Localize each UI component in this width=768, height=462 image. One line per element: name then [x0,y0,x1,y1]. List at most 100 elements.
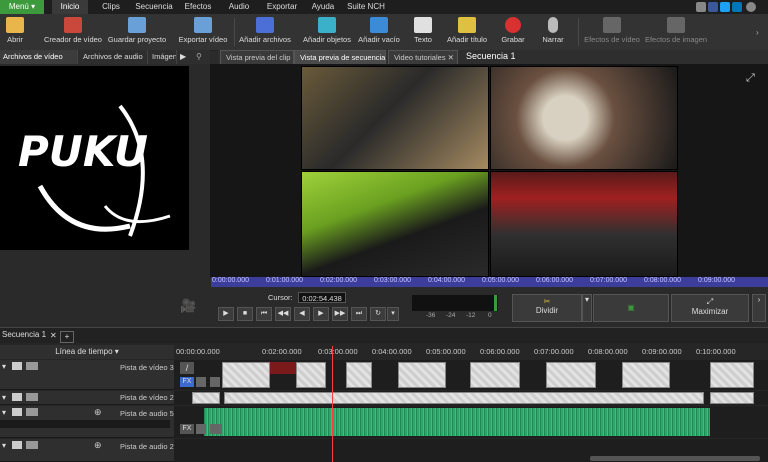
group-icon[interactable] [26,408,38,416]
tab-inicio[interactable]: Inicio [52,0,88,14]
tab-video-files[interactable]: Archivos de vídeo [0,50,78,64]
link-icon[interactable] [210,424,222,434]
zoom-icon[interactable]: ⊕ [94,407,102,418]
export-video-button[interactable]: Exportar vídeo [176,14,230,50]
split-button[interactable]: ✂ Dividir [512,294,582,322]
fullscreen-icon[interactable]: ⤢ [746,72,755,85]
video-clip[interactable] [224,392,704,404]
skip-start-icon[interactable]: ⏮ [256,307,272,321]
zoom-icon[interactable]: ⊕ [94,440,102,451]
tab-suite-nch[interactable]: Suite NCH [346,0,386,14]
toolbar-more-icon[interactable]: › [756,28,759,37]
video-creator-button[interactable]: Creador de vídeo [42,14,104,50]
play-icon[interactable]: ▶ [218,307,234,321]
tab-audio[interactable]: Audio [224,0,254,14]
save-project-button[interactable]: Guardar proyecto [106,14,168,50]
add-sequence-button[interactable]: + [60,331,74,343]
more-controls-button[interactable]: › [752,294,766,322]
playhead[interactable] [332,346,333,462]
step-forward-icon[interactable]: ▶ [313,307,329,321]
open-button[interactable]: Abrir [2,14,28,50]
ruler-time: 0:00:00.000 [212,277,249,284]
maximize-button[interactable]: ⤢ Maximizar [671,294,749,322]
track-volume-slider[interactable] [0,420,170,428]
collapse-icon[interactable]: ▾ [2,393,6,402]
add-objects-button[interactable]: Añadir objetos [300,14,354,50]
main-menu-button[interactable]: Menú ▾ [0,0,44,14]
add-files-button[interactable]: Añadir archivos [238,14,292,50]
step-back-icon[interactable]: ◀ [294,307,310,321]
video-clip[interactable] [346,362,372,388]
group-icon[interactable] [26,362,38,370]
fx-icon[interactable]: FX [180,377,194,387]
facebook-icon[interactable] [708,2,718,12]
linkedin-icon[interactable] [732,2,742,12]
vu-label: -24 [446,312,456,319]
transition-icon[interactable]: / [180,362,194,374]
video-clip[interactable] [398,362,446,388]
tab-images[interactable]: Imágenes [149,50,177,64]
split-icon: ✂ [543,297,551,306]
add-title-button[interactable]: Añadir título [444,14,490,50]
collapse-icon[interactable]: ▾ [2,362,6,371]
video-clip[interactable] [622,362,670,388]
timeline-mode-dropdown[interactable]: Línea de tiempo ▾ [0,345,174,359]
video-clip[interactable] [470,362,520,388]
media-thumbnail[interactable]: PUKU [0,66,189,250]
record-button[interactable]: Grabar [498,14,528,50]
next-frame-icon[interactable]: ▶▶ [332,307,348,321]
audio-clip[interactable] [204,408,710,436]
options-dropdown-icon[interactable]: ▾ [387,307,399,321]
text-button[interactable]: Texto [408,14,438,50]
video-clip[interactable] [222,362,270,388]
prev-frame-icon[interactable]: ◀◀ [275,307,291,321]
close-icon[interactable]: ✕ [448,53,454,62]
tab-sequence-preview[interactable]: Vista previa de secuencia [294,50,386,64]
pin-icon[interactable]: ⚲ [196,52,202,61]
twitter-icon[interactable] [720,2,730,12]
like-icon[interactable] [696,2,706,12]
help-icon[interactable] [746,2,756,12]
eye-icon[interactable] [12,393,22,401]
snapshot-button[interactable]: ▣ [593,294,669,322]
group-icon[interactable] [26,441,38,449]
camera-icon: 🎥 [180,298,197,313]
tab-secuencia[interactable]: Secuencia [134,0,174,14]
speaker-icon[interactable] [12,408,22,416]
video-clip[interactable] [192,392,220,404]
tab-audio-files[interactable]: Archivos de audio [80,50,148,64]
tabs-scroll-right-icon[interactable]: ▶ [180,52,186,61]
video-clip[interactable] [710,362,754,388]
image-effects-button[interactable]: Efectos de imagen [644,14,708,50]
tab-exportar[interactable]: Exportar [264,0,300,14]
collapse-icon[interactable]: ▾ [2,441,6,450]
video-clip[interactable] [710,392,754,404]
add-blank-button[interactable]: Añadir vacío [356,14,402,50]
eye-icon[interactable] [12,362,22,370]
fx-icon[interactable]: FX [180,424,194,434]
link-icon[interactable] [210,377,220,387]
close-icon[interactable]: ✕ [50,331,57,340]
group-icon[interactable] [26,393,38,401]
split-dropdown-button[interactable]: ▾ [582,294,592,322]
video-clip[interactable] [296,362,326,388]
collapse-icon[interactable]: ▾ [2,408,6,417]
timeline-scrollbar[interactable] [590,456,760,461]
tab-video-tutorials[interactable]: Video tutoriales ✕ [388,50,458,64]
tab-efectos[interactable]: Efectos [182,0,214,14]
audio-icon[interactable] [196,424,206,434]
speaker-icon[interactable] [12,441,22,449]
tab-ayuda[interactable]: Ayuda [308,0,338,14]
audio-icon[interactable] [196,377,206,387]
cursor-time-field[interactable]: 0:02:54.438 [298,292,346,303]
tab-sequence-1[interactable]: Secuencia 1 [2,330,46,339]
skip-end-icon[interactable]: ⏭ [351,307,367,321]
narrate-button[interactable]: Narrar [538,14,568,50]
loop-icon[interactable]: ↻ [370,307,386,321]
stop-icon[interactable]: ■ [237,307,253,321]
video-effects-button[interactable]: Efectos de vídeo [582,14,642,50]
video-clip[interactable] [546,362,596,388]
tab-clip-preview[interactable]: Vista previa del clip [220,50,294,64]
tab-clips[interactable]: Clips [96,0,126,14]
preview-title: Secuencia 1 [466,51,516,61]
